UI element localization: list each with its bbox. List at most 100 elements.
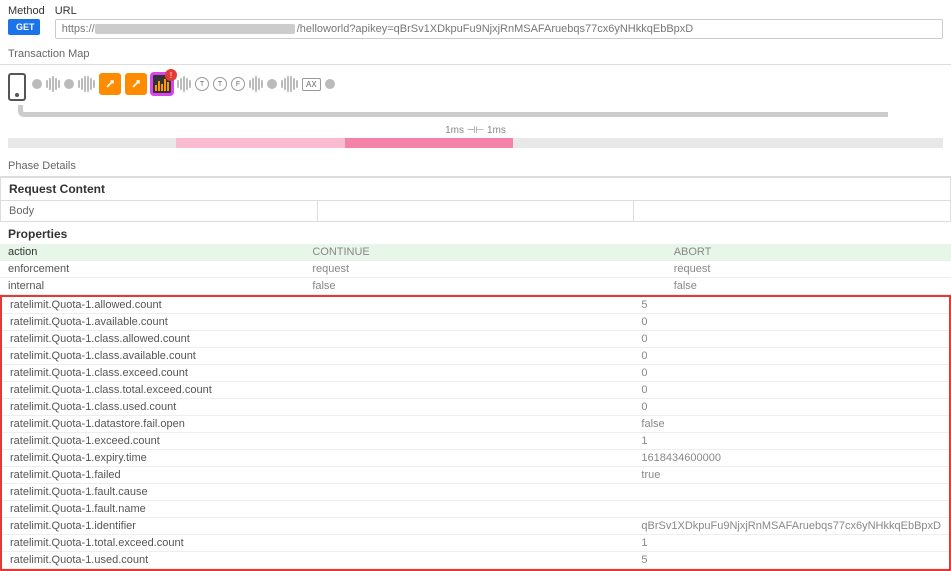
property-key: ratelimit.Quota-1.identifier [2,518,295,535]
flow-dot[interactable] [325,79,335,89]
body-cell-empty [318,201,635,221]
property-key: internal [0,278,304,295]
property-row[interactable]: ratelimit.Quota-1.total.exceed.count1 [2,535,949,552]
property-value-col2: ABORT [666,244,951,261]
property-value-col1 [295,450,633,467]
http-method-badge: GET [8,19,40,35]
property-key: ratelimit.Quota-1.fault.cause [2,484,295,501]
property-row[interactable]: actionCONTINUEABORT [0,244,951,261]
property-value-col1 [295,433,633,450]
url-input[interactable]: https:///helloworld?apikey=qBrSv1XDkpuFu… [55,19,943,39]
flow-dot[interactable] [64,79,74,89]
property-key: ratelimit.Quota-1.allowed.count [2,297,295,314]
property-key: ratelimit.Quota-1.class.total.exceed.cou… [2,382,295,399]
request-content-panel: Request Content Body [0,177,951,222]
policy-step-icon[interactable] [99,73,121,95]
property-key: ratelimit.Quota-1.used.count [2,552,295,569]
timeline-segment[interactable] [8,138,176,148]
property-value-col2: 1 [633,535,949,552]
property-row[interactable]: ratelimit.Quota-1.failed true [2,467,949,484]
flow-path: ! T T F AX [32,73,335,95]
property-key: ratelimit.Quota-1.class.used.count [2,399,295,416]
property-row[interactable]: internalfalsefalse [0,278,951,295]
property-row[interactable]: ratelimit.Quota-1.used.count 5 [2,552,949,569]
property-value-col2: true [633,467,949,484]
property-row[interactable]: ratelimit.Quota-1.class.allowed.count0 [2,331,949,348]
property-row[interactable]: ratelimit.Quota-1.datastore.fail.open fal… [2,416,949,433]
url-prefix: https:// [62,23,95,35]
flow-connector [78,76,95,92]
property-value-col2 [633,484,949,501]
property-value-col2: request [666,261,951,278]
timeline-label: 1ms ⊣⊢ 1ms [8,125,943,136]
property-value-col2: 5 [633,297,949,314]
property-key: action [0,244,304,261]
timeline-segment[interactable] [176,138,344,148]
flow-connector [46,76,60,92]
flow-dot[interactable] [32,79,42,89]
return-path-arrow [18,105,888,117]
body-cell-empty [634,201,950,221]
property-value-col1: false [304,278,665,295]
transaction-map-header: Transaction Map [0,44,951,65]
property-value-col2 [633,501,949,518]
policy-step-icon[interactable] [125,73,147,95]
timeline-segment[interactable] [513,138,943,148]
property-row[interactable]: ratelimit.Quota-1.exceed.count1 [2,433,949,450]
property-key: ratelimit.Quota-1.class.available.count [2,348,295,365]
url-label: URL [55,5,943,17]
property-row[interactable]: enforcementrequestrequest [0,261,951,278]
property-key: ratelimit.Quota-1.expiry.time [2,450,295,467]
method-label: Method [8,5,45,17]
flow-circle-t[interactable]: T [195,77,209,91]
property-value-col1 [295,501,633,518]
property-value-col1 [295,331,633,348]
flow-connector [177,76,191,92]
property-row[interactable]: ratelimit.Quota-1.class.total.exceed.cou… [2,382,949,399]
property-value-col1 [295,535,633,552]
client-icon[interactable] [8,73,26,101]
property-value-col2: qBrSv1XDkpuFu9NjxjRnMSAFAruebqs77cx6yNHk… [633,518,949,535]
property-row[interactable]: ratelimit.Quota-1.fault.name [2,501,949,518]
properties-table-top: actionCONTINUEABORTenforcementrequestreq… [0,244,951,295]
property-value-col1 [295,518,633,535]
property-row[interactable]: ratelimit.Quota-1.fault.cause [2,484,949,501]
property-value-col2: 0 [633,399,949,416]
quota-policy-step-icon[interactable]: ! [151,73,173,95]
property-row[interactable]: ratelimit.Quota-1.class.available.count0 [2,348,949,365]
property-row[interactable]: ratelimit.Quota-1.class.used.count 0 [2,399,949,416]
flow-ax-badge[interactable]: AX [302,78,321,91]
property-key: ratelimit.Quota-1.datastore.fail.open [2,416,295,433]
property-row[interactable]: ratelimit.Quota-1.class.exceed.count 0 [2,365,949,382]
flow-connector [281,76,298,92]
phase-details-header: Phase Details [0,156,951,177]
property-key: enforcement [0,261,304,278]
property-value-col1 [295,365,633,382]
flow-circle-f[interactable]: F [231,77,245,91]
property-value-col2: false [633,416,949,433]
property-value-col1 [295,382,633,399]
property-row[interactable]: ratelimit.Quota-1.expiry.time16184346000… [2,450,949,467]
property-row[interactable]: ratelimit.Quota-1.identifier qBrSv1XDkpuF… [2,518,949,535]
property-key: ratelimit.Quota-1.fault.name [2,501,295,518]
flow-connector [249,76,263,92]
property-value-col2: 0 [633,365,949,382]
quota-properties-highlight: ratelimit.Quota-1.allowed.count5ratelimi… [0,295,951,571]
property-value-col2: 1 [633,433,949,450]
property-key: ratelimit.Quota-1.class.exceed.count [2,365,295,382]
property-value-col2: 0 [633,382,949,399]
property-key: ratelimit.Quota-1.failed [2,467,295,484]
timeline-bar[interactable] [8,138,943,148]
flow-dot[interactable] [267,79,277,89]
property-value-col1 [295,348,633,365]
property-row[interactable]: ratelimit.Quota-1.available.count0 [2,314,949,331]
property-value-col1 [295,467,633,484]
property-row[interactable]: ratelimit.Quota-1.allowed.count 5 [2,297,949,314]
transaction-map: ! T T F AX [0,65,951,125]
property-value-col1 [295,297,633,314]
request-content-header: Request Content [1,178,950,201]
timeline-segment[interactable] [345,138,513,148]
alert-badge-icon: ! [165,69,177,81]
flow-circle-t[interactable]: T [213,77,227,91]
property-value-col2: 5 [633,552,949,569]
